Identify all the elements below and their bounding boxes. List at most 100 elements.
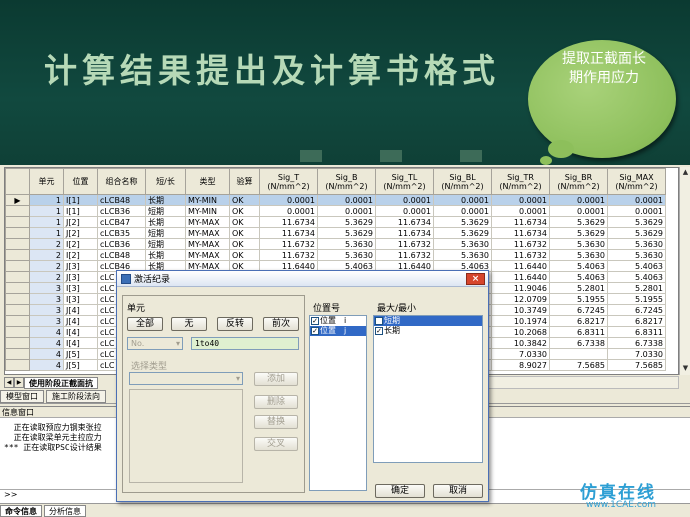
table-cell[interactable]: 5.3630 xyxy=(317,249,376,261)
table-cell[interactable]: 3 xyxy=(29,304,64,316)
tab-next-icon[interactable]: ▶ xyxy=(14,377,24,388)
table-cell[interactable]: OK xyxy=(229,238,260,250)
row-selector[interactable] xyxy=(5,337,30,349)
table-cell[interactable]: 5.3629 xyxy=(433,227,492,239)
table-cell[interactable]: 11.6732 xyxy=(375,249,434,261)
table-cell[interactable]: 0.0001 xyxy=(607,194,666,206)
table-cell[interactable]: 0.0001 xyxy=(549,205,608,217)
table-cell[interactable]: J[5] xyxy=(63,348,98,360)
table-cell[interactable]: cLCB47 xyxy=(97,216,146,228)
scroll-up-icon[interactable]: ▲ xyxy=(681,168,690,178)
table-cell[interactable]: 0.0001 xyxy=(259,194,318,206)
table-cell[interactable]: I[2] xyxy=(63,238,98,250)
table-cell[interactable]: 0.0001 xyxy=(375,194,434,206)
table-cell[interactable]: 11.6734 xyxy=(491,227,550,239)
table-cell[interactable]: 6.8311 xyxy=(607,326,666,338)
table-cell[interactable]: 短期 xyxy=(145,238,186,250)
table-cell[interactable]: cLCB35 xyxy=(97,227,146,239)
table-cell[interactable]: 5.3630 xyxy=(549,238,608,250)
table-cell[interactable]: 4 xyxy=(29,326,64,338)
table-cell[interactable]: J[2] xyxy=(63,216,98,228)
table-cell[interactable]: 1 xyxy=(29,194,64,206)
table-cell[interactable]: 5.3630 xyxy=(433,249,492,261)
table-cell[interactable]: MY-MAX xyxy=(185,227,230,239)
table-cell[interactable]: 7.5685 xyxy=(549,359,608,371)
table-cell[interactable]: 2 xyxy=(29,249,64,261)
column-header[interactable]: Sig_BL (N/mm^2) xyxy=(433,168,492,195)
row-selector[interactable] xyxy=(5,359,30,371)
tab-model-window[interactable]: 模型窗口 xyxy=(0,390,44,403)
dialog-titlebar[interactable]: 激活纪录 xyxy=(117,271,488,287)
table-cell[interactable]: 3 xyxy=(29,293,64,305)
column-header[interactable]: Sig_MAX (N/mm^2) xyxy=(607,168,666,195)
number-select[interactable]: No. ▾ xyxy=(127,337,183,350)
table-cell[interactable]: 0.0001 xyxy=(491,194,550,206)
table-cell[interactable]: 0.0001 xyxy=(259,205,318,217)
add-button[interactable]: 添加 xyxy=(254,372,298,386)
table-cell[interactable]: 12.0709 xyxy=(491,293,550,305)
table-cell[interactable]: 8.9027 xyxy=(491,359,550,371)
table-row[interactable]: 1 I[1] cLCB36 短期 MY-MIN OK 0.0001 0.0001 0.0001 0… xyxy=(5,205,666,217)
table-cell[interactable]: 5.3629 xyxy=(607,227,666,239)
table-cell[interactable]: 5.3629 xyxy=(317,216,376,228)
table-cell[interactable]: 2 xyxy=(29,260,64,272)
column-header[interactable]: Sig_BR (N/mm^2) xyxy=(549,168,608,195)
table-cell[interactable]: J[4] xyxy=(63,315,98,327)
table-cell[interactable]: 5.3630 xyxy=(549,249,608,261)
table-cell[interactable]: 长期 xyxy=(145,249,186,261)
table-cell[interactable]: I[1] xyxy=(63,194,98,206)
table-cell[interactable]: 11.6732 xyxy=(375,238,434,250)
checkbox-checked-icon[interactable]: ✓ xyxy=(311,327,319,335)
table-cell[interactable]: I[4] xyxy=(63,337,98,349)
table-cell[interactable]: MY-MAX xyxy=(185,238,230,250)
table-cell[interactable]: I[1] xyxy=(63,205,98,217)
table-cell[interactable]: 5.2801 xyxy=(607,282,666,294)
row-selector[interactable] xyxy=(5,238,30,250)
table-cell[interactable]: 0.0001 xyxy=(317,194,376,206)
table-cell[interactable]: 0.0001 xyxy=(491,205,550,217)
column-header[interactable]: 组合名称 xyxy=(97,168,146,195)
table-cell[interactable]: 短期 xyxy=(145,205,186,217)
table-cell[interactable]: 11.6734 xyxy=(375,227,434,239)
table-cell[interactable]: J[3] xyxy=(63,260,98,272)
table-cell[interactable]: 6.8217 xyxy=(549,315,608,327)
table-cell[interactable]: MY-MIN xyxy=(185,194,230,206)
table-cell[interactable]: cLCB48 xyxy=(97,194,146,206)
checkbox-checked-icon[interactable]: ✓ xyxy=(311,317,319,325)
ok-button[interactable]: 确定 xyxy=(375,484,425,498)
table-cell[interactable]: 5.3630 xyxy=(433,238,492,250)
table-cell[interactable]: 10.2068 xyxy=(491,326,550,338)
column-header[interactable]: Sig_B (N/mm^2) xyxy=(317,168,376,195)
intersect-button[interactable]: 交叉 xyxy=(254,437,298,451)
row-selector[interactable] xyxy=(5,271,30,283)
table-cell[interactable]: 3 xyxy=(29,315,64,327)
table-cell[interactable]: 0.0001 xyxy=(375,205,434,217)
table-cell[interactable]: MY-MIN xyxy=(185,205,230,217)
table-cell[interactable]: 5.2801 xyxy=(549,282,608,294)
table-cell[interactable]: 长期 xyxy=(145,216,186,228)
table-row[interactable]: 1 J[2] cLCB47 长期 MY-MAX OK 11.6734 5.3629 11.673… xyxy=(5,216,666,228)
position-item-j[interactable]: ✓ 位置 j xyxy=(310,326,366,336)
table-cell[interactable]: 1 xyxy=(29,205,64,217)
table-cell[interactable]: 5.3630 xyxy=(607,238,666,250)
column-header[interactable]: 单元 xyxy=(29,168,64,195)
table-cell[interactable]: 2 xyxy=(29,271,64,283)
sheet-tab[interactable]: 使用阶段正截面抗 xyxy=(24,376,98,389)
row-selector[interactable] xyxy=(5,304,30,316)
table-cell[interactable]: 5.4063 xyxy=(549,271,608,283)
row-selector[interactable] xyxy=(5,282,30,294)
previous-selection-button[interactable]: 前次 xyxy=(263,317,299,331)
row-selector[interactable] xyxy=(5,205,30,217)
checkbox-icon[interactable] xyxy=(375,317,383,325)
table-cell[interactable]: cLCB48 xyxy=(97,249,146,261)
table-cell[interactable]: 10.3749 xyxy=(491,304,550,316)
tab-analysis-info[interactable]: 分析信息 xyxy=(44,504,86,517)
tab-command-info[interactable]: 命令信息 xyxy=(0,504,42,517)
table-cell[interactable]: 11.6440 xyxy=(491,271,550,283)
column-header[interactable]: Sig_T (N/mm^2) xyxy=(259,168,318,195)
table-cell[interactable]: 2 xyxy=(29,238,64,250)
table-cell[interactable]: cLCB36 xyxy=(97,238,146,250)
table-cell[interactable]: 11.6734 xyxy=(259,216,318,228)
range-input[interactable]: 1to40 xyxy=(191,337,299,350)
table-cell[interactable]: 0.0001 xyxy=(549,194,608,206)
